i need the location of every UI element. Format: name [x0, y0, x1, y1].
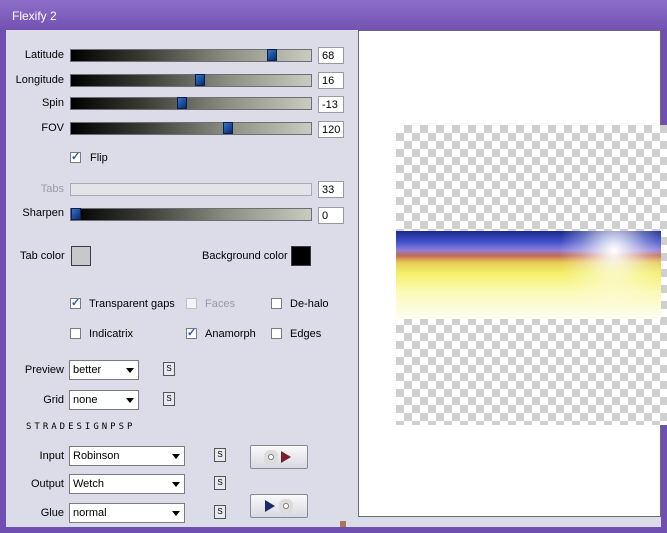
background-color-label: Background color — [202, 250, 288, 262]
chevron-down-icon — [172, 454, 180, 459]
longitude-value-field[interactable]: 16 — [318, 72, 344, 89]
tabs-value-field[interactable]: 33 — [318, 181, 344, 198]
title-bar[interactable]: Flexify 2 — [0, 0, 667, 30]
fov-label: FOV — [41, 122, 64, 134]
spin-value-field[interactable]: -13 — [318, 96, 344, 113]
anamorph-checkbox[interactable] — [186, 326, 197, 339]
resize-marker — [340, 521, 346, 527]
latitude-value-field[interactable]: 68 — [318, 47, 344, 64]
preview-select-value: better — [73, 364, 102, 376]
glue-select[interactable]: normal — [69, 503, 185, 523]
load-preset-button[interactable] — [250, 445, 308, 469]
transparent-gaps-label: Transparent gaps — [89, 298, 175, 310]
glue-label: Glue — [40, 507, 64, 519]
save-preset-button[interactable] — [250, 494, 308, 518]
de-halo-label: De-halo — [290, 298, 329, 310]
input-label: Input — [39, 450, 64, 462]
tab-color-label: Tab color — [20, 250, 65, 262]
flip-label: Flip — [90, 152, 108, 164]
fov-slider[interactable] — [70, 122, 312, 135]
longitude-slider[interactable] — [70, 74, 312, 87]
input-select-value: Robinson — [73, 450, 120, 462]
disc-icon — [279, 499, 293, 513]
output-select[interactable]: Wetch — [69, 474, 185, 494]
de-halo-checkbox[interactable] — [271, 298, 282, 309]
play-icon — [281, 451, 291, 463]
sharpen-slider[interactable] — [70, 208, 312, 221]
faces-checkbox — [186, 298, 197, 309]
stradesign-brand: STRADESIGNPSP — [26, 422, 136, 432]
window-title: Flexify 2 — [12, 9, 57, 23]
latitude-slider-thumb[interactable] — [267, 49, 277, 61]
chevron-down-icon — [172, 482, 180, 487]
sharpen-value-field[interactable]: 0 — [318, 207, 344, 224]
grid-s-button[interactable]: S — [163, 392, 175, 406]
spin-label: Spin — [41, 97, 64, 109]
spin-slider-thumb[interactable] — [177, 97, 187, 109]
preview-label: Preview — [24, 364, 64, 376]
disc-icon — [264, 450, 278, 464]
indicatrix-checkbox[interactable] — [70, 328, 81, 339]
output-s-button[interactable]: S — [214, 476, 226, 490]
dialog-body: Latitude 68 Longitude 16 Spin -13 FOV 12… — [6, 30, 667, 527]
tabs-slider — [70, 183, 312, 196]
spin-slider[interactable] — [70, 97, 312, 110]
preview-pane[interactable] — [358, 30, 667, 517]
latitude-slider[interactable] — [70, 49, 312, 62]
longitude-slider-thumb[interactable] — [195, 74, 205, 86]
edges-checkbox[interactable] — [271, 328, 282, 339]
grid-select[interactable]: none — [69, 390, 139, 410]
tab-color-swatch[interactable] — [71, 246, 91, 266]
input-s-button[interactable]: S — [214, 448, 226, 462]
grid-label: Grid — [43, 394, 64, 406]
sharpen-label: Sharpen — [22, 207, 64, 219]
play-icon — [265, 500, 275, 512]
longitude-label: Longitude — [15, 74, 64, 86]
indicatrix-label: Indicatrix — [89, 328, 134, 340]
sharpen-slider-thumb[interactable] — [71, 208, 81, 220]
output-select-value: Wetch — [73, 478, 104, 490]
preview-select[interactable]: better — [69, 360, 139, 380]
chevron-down-icon — [126, 398, 134, 403]
anamorph-label: Anamorph — [205, 328, 256, 340]
tabs-label: Tabs — [40, 183, 64, 195]
chevron-down-icon — [172, 511, 180, 516]
edges-label: Edges — [290, 328, 322, 340]
fov-slider-thumb[interactable] — [223, 122, 233, 134]
grid-select-value: none — [73, 394, 98, 406]
background-color-swatch[interactable] — [291, 246, 311, 266]
faces-label: Faces — [205, 298, 235, 310]
fov-value-field[interactable]: 120 — [318, 121, 344, 138]
chevron-down-icon — [126, 368, 134, 373]
preview-s-button[interactable]: S — [163, 362, 175, 376]
transparent-gaps-checkbox[interactable] — [70, 296, 81, 309]
latitude-label: Latitude — [24, 49, 64, 61]
flexify-window: Flexify 2 Latitude 68 Longitude 16 Spin … — [0, 0, 667, 533]
preview-image — [396, 231, 661, 319]
flip-checkbox[interactable] — [70, 150, 81, 163]
output-label: Output — [30, 478, 64, 490]
glue-select-value: normal — [73, 507, 107, 519]
glue-s-button[interactable]: S — [214, 505, 226, 519]
input-select[interactable]: Robinson — [69, 446, 185, 466]
